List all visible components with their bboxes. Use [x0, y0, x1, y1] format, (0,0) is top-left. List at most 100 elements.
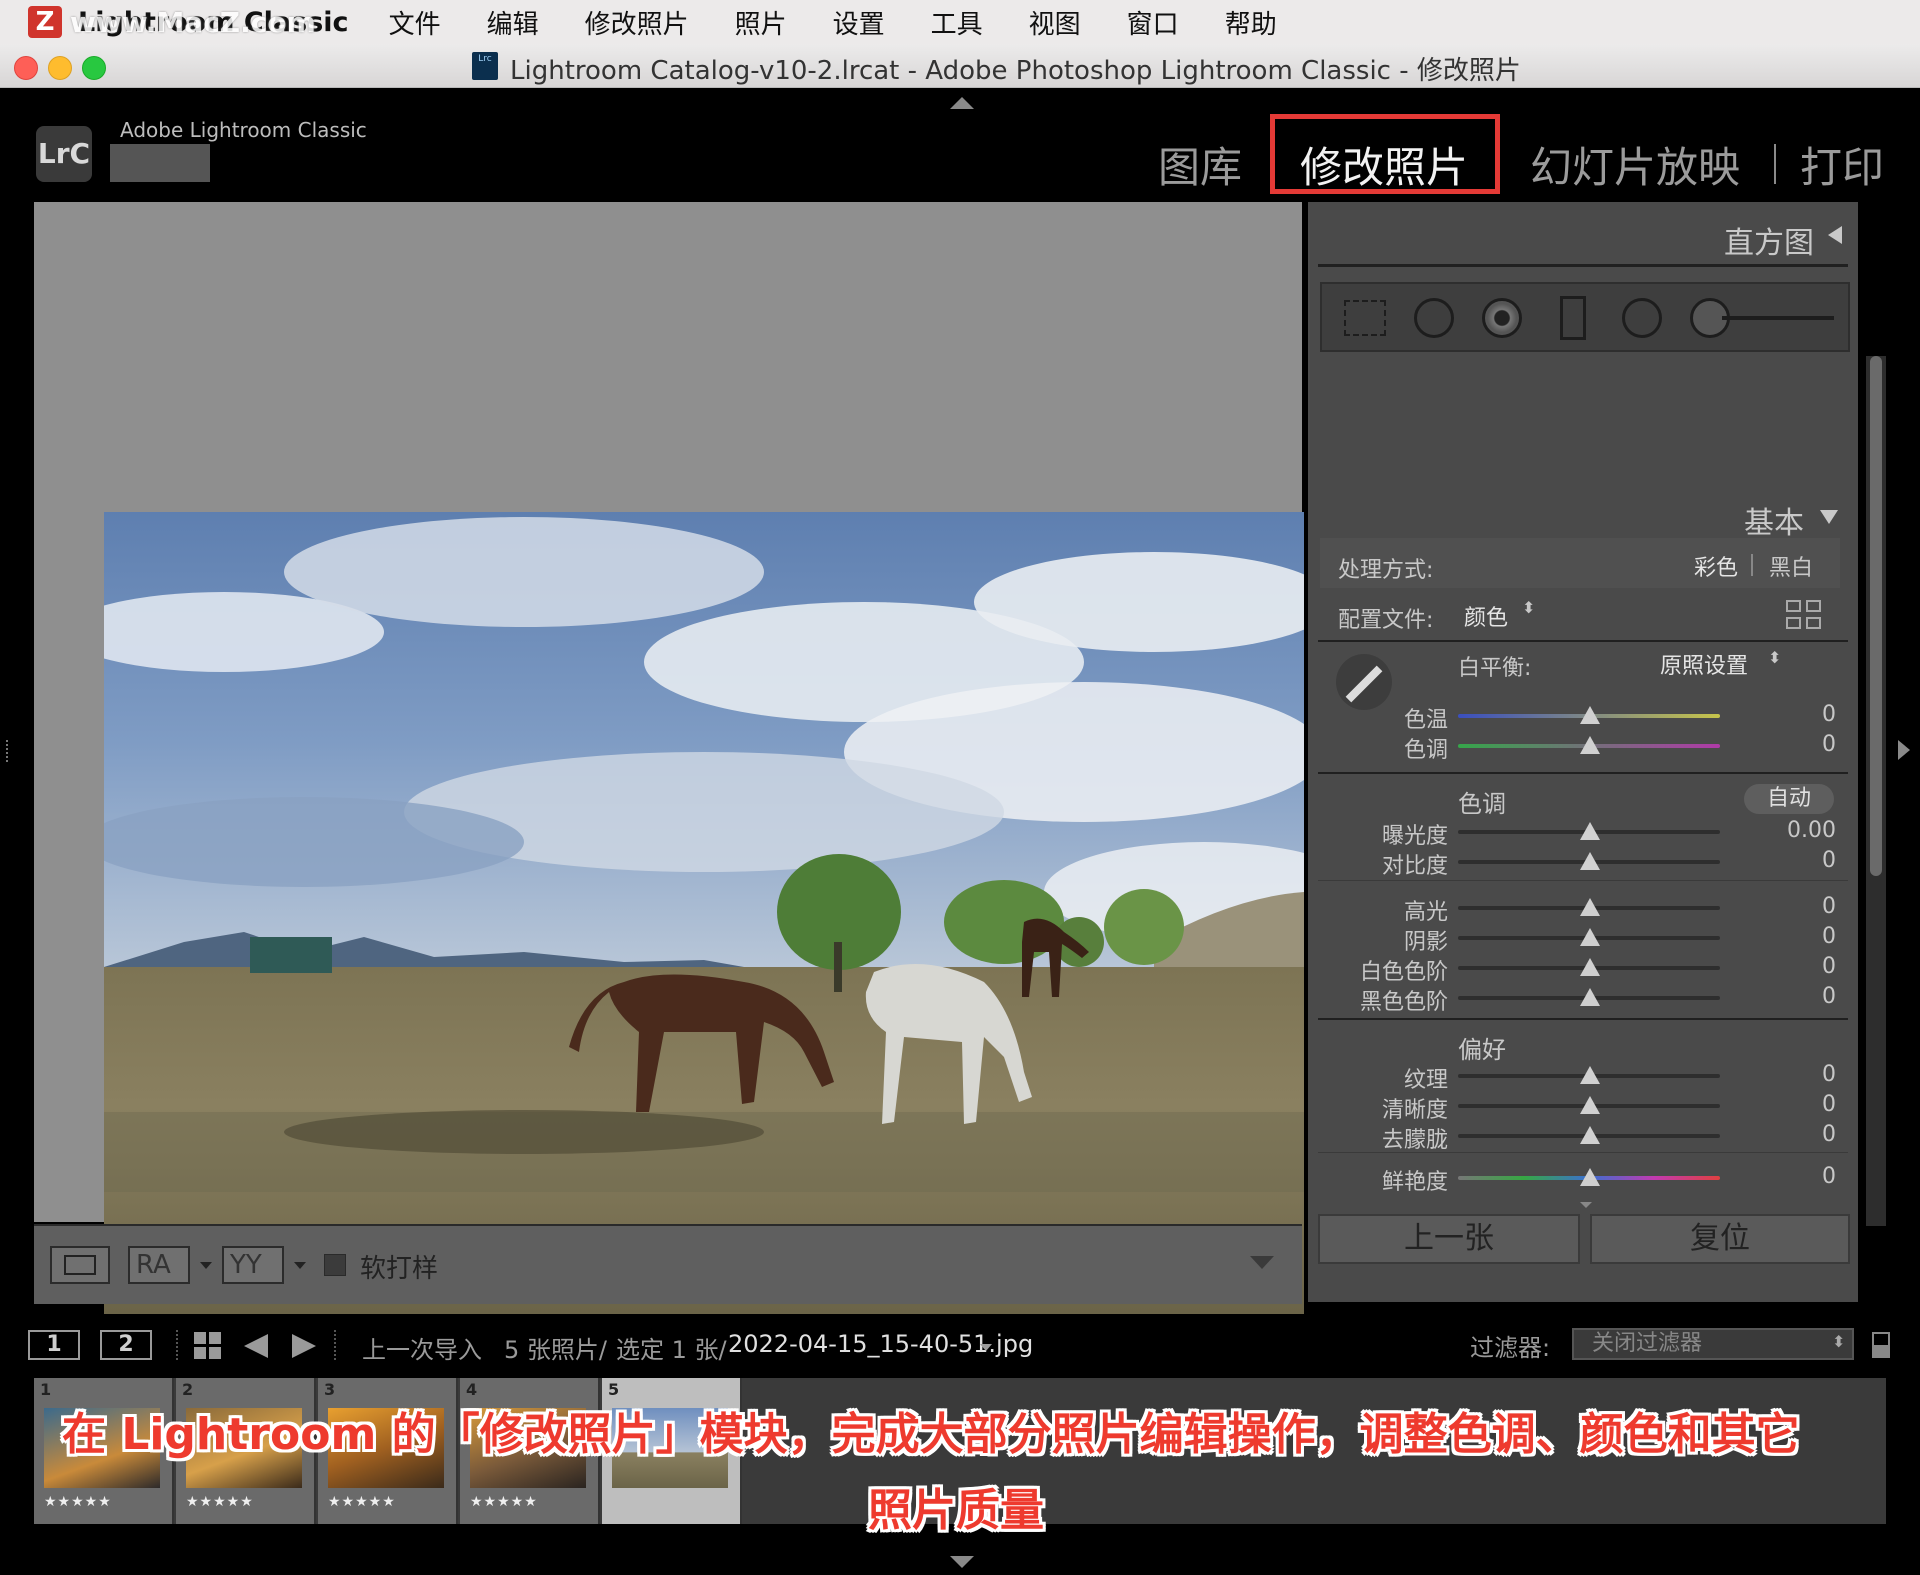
menu-photo[interactable]: 照片 [735, 4, 787, 41]
thumb-stars[interactable]: ★★★★★ [44, 1494, 112, 1510]
ra-dropdown-chevron-icon[interactable] [200, 1262, 212, 1269]
blacks-value[interactable]: 0 [1786, 984, 1836, 1009]
filename-dropdown-chevron-icon[interactable] [980, 1344, 992, 1351]
tone-auto-button[interactable]: 自动 [1744, 784, 1834, 814]
whites-slider-thumb[interactable] [1580, 958, 1600, 976]
contrast-slider-thumb[interactable] [1580, 852, 1600, 870]
blacks-slider-thumb[interactable] [1580, 988, 1600, 1006]
vibrance-value[interactable]: 0 [1786, 1164, 1836, 1189]
module-library[interactable]: 图库 [1158, 134, 1242, 195]
wb-stepper-icon[interactable]: ⬍ [1768, 648, 1781, 667]
menu-file[interactable]: 文件 [389, 4, 441, 41]
lrc-logo-icon: LrC [36, 126, 92, 182]
thumb-stars[interactable]: ★★★★★ [328, 1494, 396, 1510]
whites-value[interactable]: 0 [1786, 954, 1836, 979]
soft-proof-checkbox[interactable] [324, 1254, 346, 1276]
develop-right-panel: 直方图 基本 处理方式: 彩色 黑白 配置文件: 颜色 ⬍ 白平衡: 原照设置 … [1308, 202, 1858, 1302]
histogram-collapse-icon[interactable] [1828, 226, 1842, 244]
profile-select[interactable]: 颜色 [1464, 600, 1508, 632]
tint-slider-thumb[interactable] [1580, 736, 1600, 754]
tint-value[interactable]: 0 [1786, 732, 1836, 757]
watermark-text: www.MacZ.com [70, 6, 316, 39]
shadows-value[interactable]: 0 [1786, 924, 1836, 949]
graduated-filter-icon[interactable] [1560, 296, 1586, 340]
texture-slider-thumb[interactable] [1580, 1066, 1600, 1084]
contrast-value[interactable]: 0 [1786, 848, 1836, 873]
right-panel-toggle-icon[interactable] [1898, 740, 1910, 760]
basic-collapse-icon[interactable] [1820, 510, 1838, 524]
filter-label: 过滤器: [1470, 1334, 1551, 1362]
menu-develop[interactable]: 修改照片 [585, 4, 689, 41]
panel-scroll-more-icon[interactable] [1580, 1202, 1592, 1208]
menu-view[interactable]: 视图 [1029, 4, 1081, 41]
crop-tool-icon[interactable] [1344, 300, 1386, 336]
dehaze-slider-thumb[interactable] [1580, 1126, 1600, 1144]
yy-dropdown-chevron-icon[interactable] [294, 1262, 306, 1269]
highlights-label: 高光 [1403, 900, 1448, 925]
zoom-window-button[interactable] [82, 56, 106, 80]
menu-edit[interactable]: 编辑 [487, 4, 539, 41]
filmbar-separator [176, 1330, 188, 1360]
exposure-slider-thumb[interactable] [1580, 822, 1600, 840]
vibrance-slider-thumb[interactable] [1580, 1168, 1600, 1186]
menu-settings[interactable]: 设置 [833, 4, 885, 41]
before-after-ra-button[interactable]: RA [128, 1246, 190, 1284]
clarity-value[interactable]: 0 [1786, 1092, 1836, 1117]
treatment-color-option[interactable]: 彩色 [1694, 550, 1738, 582]
clarity-slider-thumb[interactable] [1580, 1096, 1600, 1114]
filter-select[interactable]: 关闭过滤器 [1572, 1328, 1854, 1360]
highlights-slider-thumb[interactable] [1580, 898, 1600, 916]
photo-count: 5 张照片/ [504, 1336, 607, 1364]
close-window-button[interactable] [14, 56, 38, 80]
texture-value[interactable]: 0 [1786, 1062, 1836, 1087]
shadows-slider-thumb[interactable] [1580, 928, 1600, 946]
top-panel-toggle-icon[interactable] [950, 97, 974, 109]
main-window-button[interactable]: 1 [28, 1330, 80, 1360]
yy-label: YY [230, 1250, 262, 1280]
spot-removal-tool-icon[interactable] [1414, 298, 1454, 338]
left-panel-toggle-icon[interactable] [6, 740, 16, 762]
previous-settings-button[interactable]: 上一张 [1318, 1214, 1580, 1264]
profile-divider [1318, 640, 1848, 642]
before-after-yy-button[interactable]: YY [222, 1246, 284, 1284]
secondary-window-button[interactable]: 2 [100, 1330, 152, 1360]
menu-help[interactable]: 帮助 [1225, 4, 1277, 41]
temp-slider-thumb[interactable] [1580, 706, 1600, 724]
grid-view-icon[interactable] [194, 1332, 222, 1360]
thumb-stars[interactable]: ★★★★★ [470, 1494, 538, 1510]
profile-browser-grid-icon[interactable] [1786, 600, 1822, 630]
image-view[interactable] [34, 202, 1304, 1314]
histogram-title[interactable]: 直方图 [1724, 218, 1814, 262]
temp-value[interactable]: 0 [1786, 702, 1836, 727]
minimize-window-button[interactable] [48, 56, 72, 80]
exposure-value[interactable]: 0.00 [1766, 818, 1836, 843]
filmstrip-source[interactable]: 上一次导入 [362, 1330, 482, 1365]
dehaze-value[interactable]: 0 [1786, 1122, 1836, 1147]
previous-photo-arrow-icon[interactable] [244, 1334, 268, 1358]
profile-stepper-icon[interactable]: ⬍ [1522, 598, 1535, 617]
toolbar-menu-chevron-icon[interactable] [1250, 1256, 1274, 1269]
horses-photo-image [104, 512, 1304, 1314]
highlights-value[interactable]: 0 [1786, 894, 1836, 919]
tutorial-caption-line-2: 照片质量 [868, 1485, 1044, 1536]
thumb-stars[interactable]: ★★★★★ [186, 1494, 254, 1510]
selected-count: 选定 1 张/ [616, 1336, 727, 1364]
module-slideshow[interactable]: 幻灯片放映 [1530, 134, 1740, 195]
red-eye-tool-icon[interactable] [1482, 298, 1522, 338]
bottom-panel-toggle-icon[interactable] [950, 1556, 974, 1568]
treatment-bw-option[interactable]: 黑白 [1769, 550, 1813, 582]
loupe-view-button[interactable] [50, 1246, 110, 1284]
menu-window[interactable]: 窗口 [1127, 4, 1179, 41]
wb-select[interactable]: 原照设置 [1660, 648, 1748, 680]
filter-lock-icon[interactable] [1872, 1332, 1890, 1358]
reset-button[interactable]: 复位 [1590, 1214, 1850, 1264]
basic-title[interactable]: 基本 [1744, 498, 1804, 542]
module-print[interactable]: 打印 [1800, 134, 1884, 195]
next-photo-arrow-icon[interactable] [292, 1334, 316, 1358]
menu-tools[interactable]: 工具 [931, 4, 983, 41]
radial-filter-icon[interactable] [1622, 298, 1662, 338]
right-panel-scrollbar[interactable] [1870, 356, 1882, 876]
filter-stepper-icon[interactable]: ⬍ [1832, 1332, 1845, 1351]
shadows-label: 阴影 [1403, 930, 1448, 955]
thumb-number: 5 [608, 1380, 620, 1399]
